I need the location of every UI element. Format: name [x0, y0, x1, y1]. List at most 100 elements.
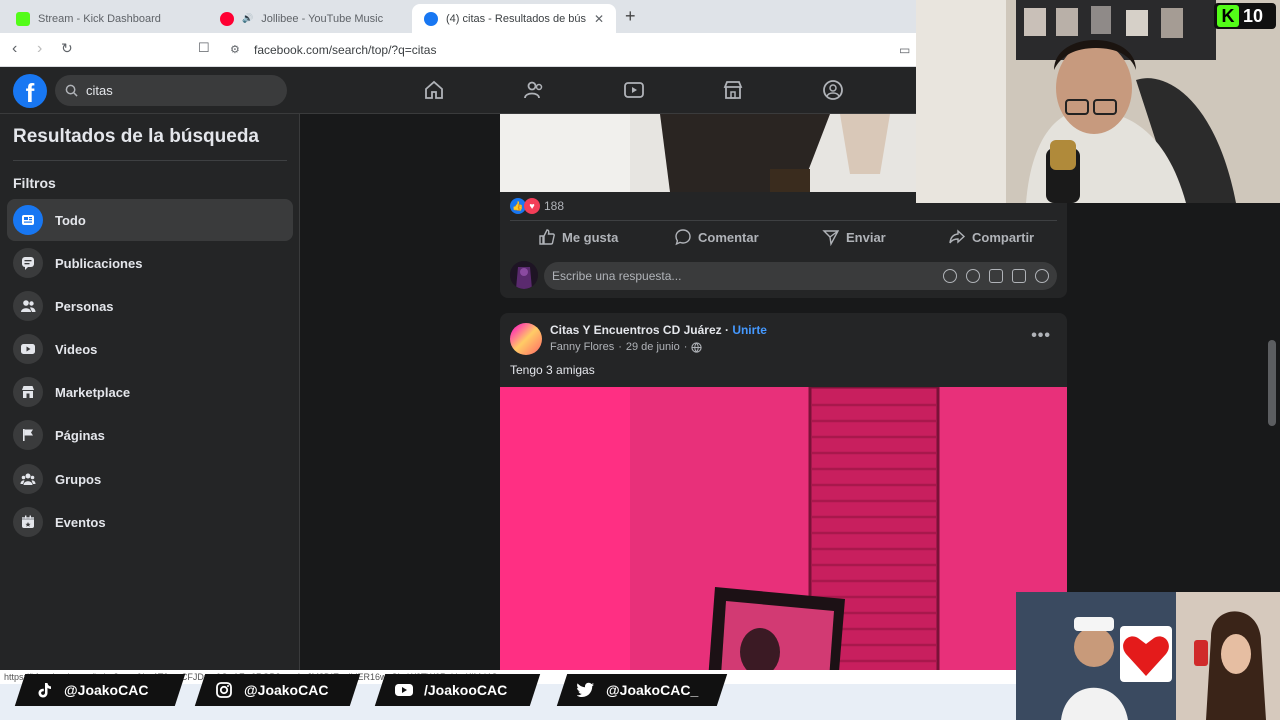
reactions-summary[interactable]: 👍 ♥ 188 — [510, 198, 564, 214]
tab-label: Stream - Kick Dashboard — [38, 12, 161, 25]
filter-label: Todo — [55, 212, 86, 228]
friends-icon[interactable] — [523, 79, 545, 101]
filter-item-paginas[interactable]: Páginas — [7, 414, 293, 456]
filter-item-todo[interactable]: Todo — [7, 199, 293, 241]
post-date[interactable]: 29 de junio — [626, 341, 680, 353]
instagram-handle: @JoakoCAC — [244, 682, 329, 698]
twitter-icon — [576, 680, 596, 700]
kick-favicon-icon — [16, 11, 30, 26]
new-tab-button[interactable]: + — [625, 6, 636, 27]
love-reaction-icon: ♥ — [524, 198, 540, 214]
post-meta: Fanny Flores · 29 de junio · — [550, 341, 703, 353]
filter-item-videos[interactable]: Videos — [7, 328, 293, 370]
divider — [510, 220, 1057, 221]
filter-item-marketplace[interactable]: Marketplace — [7, 371, 293, 413]
youtube-music-favicon-icon — [220, 11, 234, 26]
filter-item-personas[interactable]: Personas — [7, 285, 293, 327]
browser-tab-bar: Stream - Kick Dashboard 🔊 Jollibee - You… — [0, 0, 916, 33]
comment-label: Comentar — [698, 229, 759, 245]
filter-label: Marketplace — [55, 384, 131, 400]
avatar[interactable] — [510, 261, 538, 289]
kick-viewer-badge: K 10 — [1214, 3, 1276, 29]
send-label: Enviar — [846, 229, 886, 245]
scrollbar[interactable] — [1268, 340, 1276, 426]
filter-item-publicaciones[interactable]: Publicaciones — [7, 242, 293, 284]
url-field[interactable]: facebook.com/search/top/?q=citas — [254, 43, 436, 57]
tab-youtube-music[interactable]: 🔊 Jollibee - YouTube Music — [208, 4, 408, 33]
gif-icon[interactable] — [1012, 269, 1026, 283]
speaker-icon: 🔊 — [242, 13, 254, 23]
filters-heading: Filtros — [13, 175, 56, 191]
youtube-icon — [394, 680, 414, 700]
tab-kick-dashboard[interactable]: Stream - Kick Dashboard — [4, 4, 204, 33]
address-bar: ‹ › ↻ ☐ ⚙ facebook.com/search/top/?q=cit… — [0, 33, 916, 67]
post-text: Tengo 3 amigas — [510, 363, 595, 377]
viewer-count: 10 — [1243, 5, 1264, 26]
share-label: Compartir — [972, 229, 1035, 245]
cast-icon[interactable]: ▭ — [899, 43, 910, 57]
comment-button[interactable]: Comentar — [674, 228, 759, 246]
search-input[interactable]: citas — [55, 75, 287, 106]
share-button[interactable]: Compartir — [948, 228, 1034, 246]
divider — [13, 160, 287, 161]
like-button[interactable]: Me gusta — [538, 228, 618, 246]
like-label: Me gusta — [562, 229, 619, 245]
post-card: Citas Y Encuentros CD Juárez · Unirte Fa… — [500, 313, 1067, 720]
camera-icon[interactable] — [989, 269, 1003, 283]
stream-collage-image — [1016, 592, 1280, 720]
separator: · — [724, 323, 729, 337]
reaction-count: 188 — [544, 199, 565, 213]
filter-label: Videos — [55, 341, 98, 357]
emoji-icon[interactable] — [966, 269, 980, 283]
forward-icon[interactable]: › — [37, 40, 42, 58]
separator: · — [618, 341, 622, 353]
calendar-icon — [13, 507, 43, 537]
group-name-link[interactable]: Citas Y Encuentros CD Juárez — [550, 323, 722, 337]
social-banner-tiktok: @JoakoCAC — [14, 674, 186, 706]
globe-icon — [691, 341, 703, 353]
search-value: citas — [86, 83, 113, 98]
tab-label: Jollibee - YouTube Music — [261, 12, 384, 25]
all-results-icon — [13, 205, 43, 235]
twitter-handle: @JoakoCAC_ — [606, 682, 699, 698]
post-header: Citas Y Encuentros CD Juárez · Unirte — [550, 323, 767, 337]
video-icon — [13, 334, 43, 364]
send-button[interactable]: Enviar — [822, 228, 886, 246]
reload-icon[interactable]: ↻ — [61, 40, 73, 57]
comment-icon — [675, 229, 691, 246]
filter-label: Publicaciones — [55, 255, 143, 271]
flag-icon — [13, 420, 43, 450]
marketplace-nav-icon[interactable] — [722, 79, 744, 101]
back-icon[interactable]: ‹ — [12, 40, 17, 58]
close-tab-icon[interactable]: ✕ — [594, 12, 604, 26]
webcam-overlay — [916, 0, 1280, 203]
filter-label: Eventos — [55, 514, 106, 530]
share-icon — [949, 229, 966, 244]
search-results-sidebar: Resultados de la búsqueda Filtros Todo P… — [0, 114, 300, 720]
reply-input[interactable]: Escribe una respuesta... — [544, 262, 1057, 290]
sticker-icon[interactable] — [1035, 269, 1049, 283]
site-info-icon[interactable]: ⚙ — [230, 43, 240, 56]
more-options-icon[interactable]: ••• — [1031, 327, 1051, 345]
search-icon — [65, 84, 78, 97]
page-title: Resultados de la búsqueda — [13, 126, 259, 147]
youtube-handle: /JoakooCAC — [424, 682, 508, 698]
kick-logo-icon: K — [1217, 5, 1239, 27]
group-avatar[interactable] — [510, 323, 542, 355]
tab-facebook-search[interactable]: (4) citas - Resultados de búsqued ✕ — [412, 4, 616, 33]
facebook-top-nav: f citas — [0, 67, 916, 114]
groups-icon — [13, 464, 43, 494]
marketplace-icon — [13, 377, 43, 407]
home-icon[interactable] — [423, 79, 445, 101]
filter-item-grupos[interactable]: Grupos — [7, 458, 293, 500]
join-group-link[interactable]: Unirte — [732, 323, 767, 337]
facebook-logo-icon[interactable]: f — [13, 74, 47, 108]
author-link[interactable]: Fanny Flores — [550, 341, 614, 353]
post-image[interactable] — [500, 114, 916, 192]
filter-item-eventos[interactable]: Eventos — [7, 501, 293, 543]
bookmark-icon[interactable]: ☐ — [198, 40, 210, 56]
groups-nav-icon[interactable] — [822, 79, 844, 101]
filter-label: Páginas — [55, 427, 105, 443]
watch-icon[interactable] — [623, 79, 645, 101]
avatar-sticker-icon[interactable] — [943, 269, 957, 283]
